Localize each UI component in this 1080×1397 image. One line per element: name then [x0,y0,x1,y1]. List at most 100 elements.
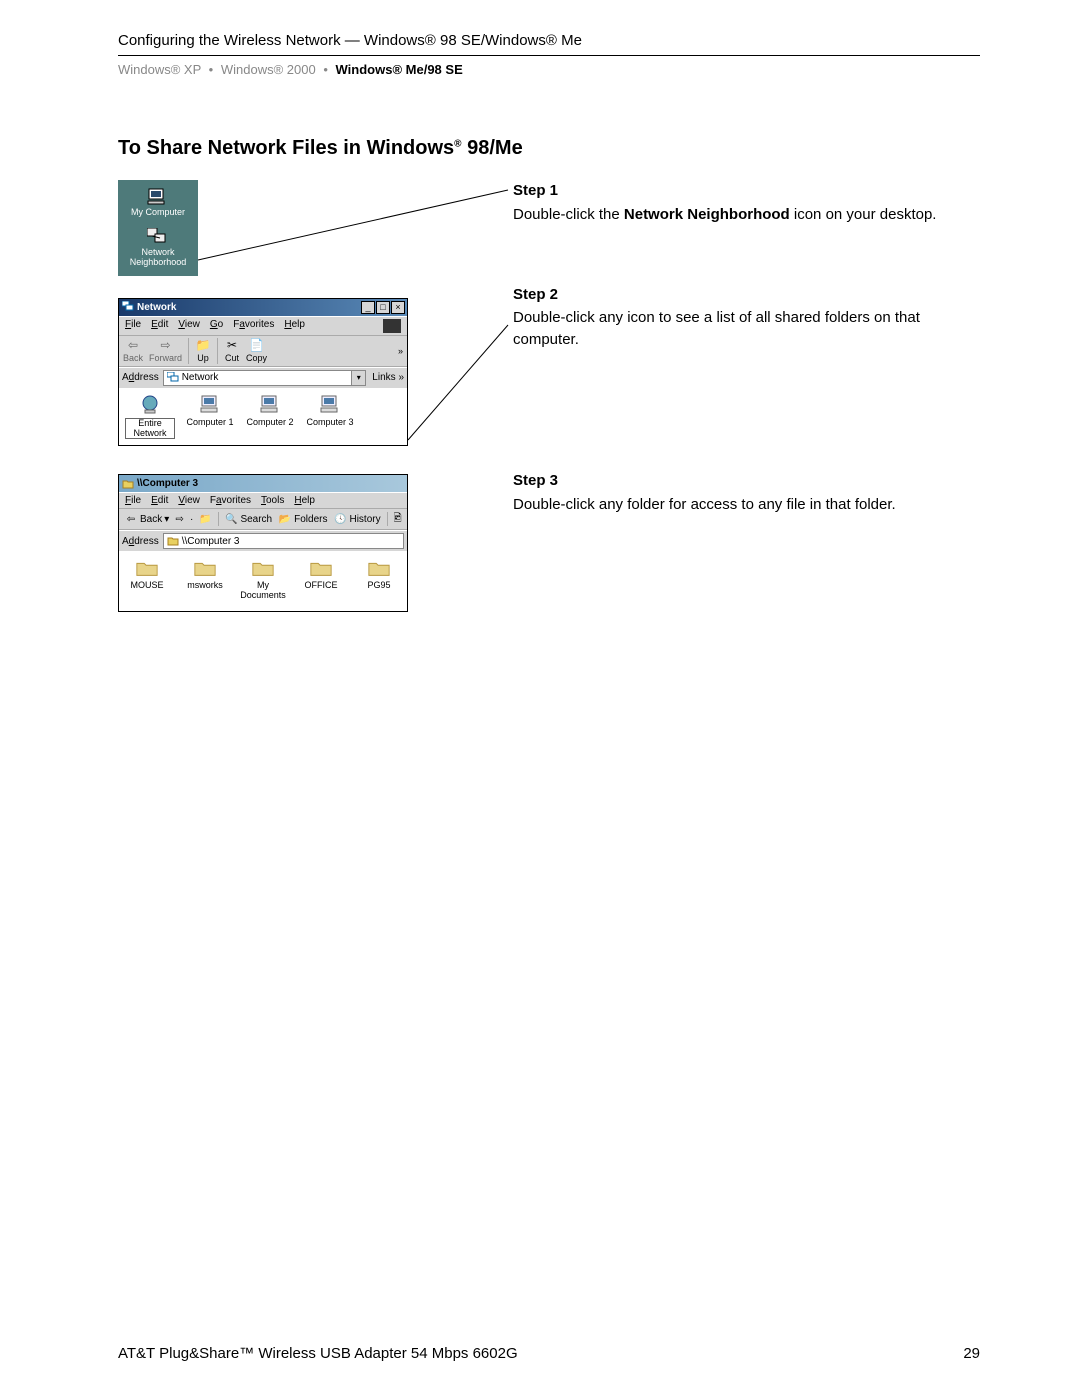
menu-view[interactable]: View [178,319,200,333]
title-post: 98/Me [462,137,523,159]
step1-text-b: icon on your desktop. [790,206,937,223]
forward-button[interactable]: ⇨Forward [149,338,182,363]
cut-icon: ✂ [224,338,240,352]
copy-button[interactable]: 📄Copy [246,338,267,363]
computer3-menu-bar: File Edit View Favorites Tools Help [119,492,407,508]
up-folder-icon[interactable]: 📁 [199,512,211,526]
folder-msworks[interactable]: msworks [181,557,229,591]
computer3-window-title: \\Computer 3 [137,478,198,489]
folder-small-icon [167,535,179,547]
close-button[interactable]: × [391,301,405,314]
minimize-button[interactable]: _ [361,301,375,314]
address-field[interactable]: Network ▾ [163,370,367,386]
nav-xp: Windows® XP [118,62,201,77]
back-label: Back [140,514,162,525]
back-label: Back [123,353,143,363]
page-footer: AT&T Plug&Share™ Wireless USB Adapter 54… [118,1345,980,1362]
back-arrow-icon: ⇦ [125,338,141,352]
header-line: Configuring the Wireless Network — Windo… [118,32,980,56]
globe-icon [138,394,162,416]
network-title-bar[interactable]: Network _ □ × [119,299,407,316]
my-computer-icon[interactable]: My Computer [131,188,185,218]
monitor-icon [147,188,169,206]
folder-icon [251,557,275,579]
entire-network-label: Entire Network [125,418,175,440]
desktop-background: My Computer Network Neighborhood [118,180,198,276]
computer-icon [258,394,282,416]
folder-mouse[interactable]: MOUSE [123,557,171,591]
my-computer-label: My Computer [131,208,185,218]
step2-label: Step 2 [513,284,980,306]
menu-favorites[interactable]: Favorites [210,495,251,506]
menu-tools[interactable]: Tools [261,495,284,506]
back-button[interactable]: ⇦Back ▾ [124,512,169,526]
folder-office-label: OFFICE [305,581,338,591]
links-label[interactable]: Links » [372,372,404,383]
folder-my-documents[interactable]: My Documents [239,557,287,601]
search-icon: 🔍 [224,512,238,526]
search-button[interactable]: 🔍Search [224,512,272,526]
back-button[interactable]: ⇦Back [123,338,143,363]
computer3-file-area: MOUSE msworks My Documents OFFICE [119,551,407,611]
window-icon [122,301,134,313]
up-button[interactable]: 📁Up [195,338,211,363]
entire-network-item[interactable]: Entire Network [125,394,175,440]
network-menu-bar: File Edit View Go Favorites Help [119,316,407,335]
extra-icon[interactable]: 🖻 [393,512,402,526]
forward-label: Forward [149,353,182,363]
computer1-item[interactable]: Computer 1 [185,394,235,428]
network-neighborhood-icon[interactable]: Network Neighborhood [118,228,198,268]
computer3-window: \\Computer 3 File Edit View Favorites To… [118,474,408,612]
step2-text: Double-click any icon to see a list of a… [513,309,920,348]
menu-help[interactable]: Help [284,319,305,333]
address-dropdown-button[interactable]: ▾ [351,371,365,385]
step1-label: Step 1 [513,180,980,202]
step1-bold: Network Neighborhood [624,206,790,223]
history-label: History [349,514,380,525]
menu-help[interactable]: Help [294,495,315,506]
menu-go[interactable]: Go [210,319,223,333]
nav-dot: • [209,62,214,77]
computer3-title-bar[interactable]: \\Computer 3 [119,475,407,492]
folder-msworks-label: msworks [187,581,223,591]
menu-favorites[interactable]: Favorites [233,319,274,333]
copy-icon: 📄 [249,338,265,352]
computer2-item[interactable]: Computer 2 [245,394,295,428]
address-field[interactable]: \\Computer 3 [163,533,404,549]
title-pre: To Share Network Files in Windows [118,137,454,159]
history-button[interactable]: 🕓History [333,512,380,526]
header-sub-nav: Windows® XP • Windows® 2000 • Windows® M… [118,62,980,77]
nav-me98: Windows® Me/98 SE [336,62,463,77]
folder-office[interactable]: OFFICE [297,557,345,591]
network-window: Network _ □ × File Edit View Go Favor [118,298,408,447]
folders-button[interactable]: 📂Folders [278,512,327,526]
cut-label: Cut [225,353,239,363]
address-label: Address [122,536,159,547]
forward-arrow-icon[interactable]: ⇨ [175,512,184,526]
folder-pg95-label: PG95 [367,581,390,591]
computer3-toolbar: ⇦Back ▾ ⇨ · 📁 🔍Search 📂Folders 🕓History … [119,508,407,530]
toolbar-more-icon[interactable]: » [398,346,403,356]
folder-pg95[interactable]: PG95 [355,557,403,591]
menu-logo-icon [383,319,401,333]
menu-file[interactable]: File [125,495,141,506]
menu-view[interactable]: View [178,495,200,506]
step3-text: Double-click any folder for access to an… [513,496,896,513]
network-address-bar: Address Network ▾ Links » [119,367,407,388]
network-neighborhood-label: Network Neighborhood [118,248,198,268]
cut-button[interactable]: ✂Cut [224,338,240,363]
address-field-icon [167,372,179,384]
step3-label: Step 3 [513,470,980,492]
network-icon [147,228,169,246]
menu-edit[interactable]: Edit [151,495,168,506]
folders-label: Folders [294,514,327,525]
search-label: Search [240,514,272,525]
footer-left: AT&T Plug&Share™ Wireless USB Adapter 54… [118,1345,518,1362]
computer3-item[interactable]: Computer 3 [305,394,355,428]
menu-edit[interactable]: Edit [151,319,168,333]
computer2-label: Computer 2 [246,418,293,428]
copy-label: Copy [246,353,267,363]
menu-file[interactable]: File [125,319,141,333]
maximize-button[interactable]: □ [376,301,390,314]
dropdown-icon: ▾ [164,514,169,525]
